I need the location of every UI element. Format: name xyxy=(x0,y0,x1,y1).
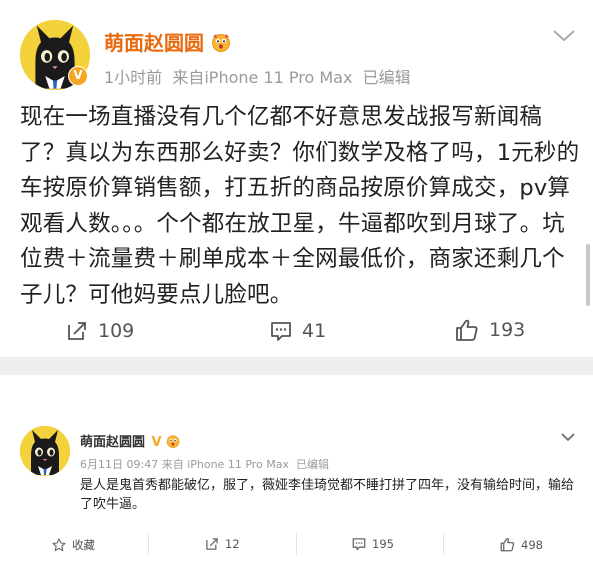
comment-button[interactable]: 41 xyxy=(270,320,326,342)
divider xyxy=(148,533,149,555)
divider xyxy=(296,533,297,555)
scrollbar[interactable] xyxy=(586,244,590,306)
chevron-down-icon[interactable] xyxy=(552,28,576,47)
favorite-button[interactable]: 收藏 xyxy=(52,537,95,553)
star-icon xyxy=(52,538,66,552)
repost-count: 12 xyxy=(225,537,240,551)
post-source: 来自 iPhone 11 Pro Max xyxy=(161,458,290,471)
verified-badge: V xyxy=(151,435,162,450)
like-count: 193 xyxy=(489,319,526,341)
repost-icon xyxy=(66,320,88,342)
username-text: 萌面赵圆圆 xyxy=(104,31,204,55)
favorite-label: 收藏 xyxy=(72,538,95,552)
verified-badge: V xyxy=(68,66,88,86)
black-cat-avatar-icon xyxy=(20,426,70,476)
repost-icon xyxy=(205,537,219,551)
like-button[interactable]: 193 xyxy=(455,318,525,342)
comment-icon xyxy=(352,537,366,551)
repost-button[interactable]: 12 xyxy=(205,537,240,551)
edited-label: 已编辑 xyxy=(296,458,330,471)
post-content: 是人是鬼首秀都能破亿，服了，薇娅李佳琦觉都不睡打拼了四年，没有输给时间，输给了吹… xyxy=(80,478,575,512)
repost-button[interactable]: 109 xyxy=(66,320,134,342)
username[interactable]: 萌面赵圆圆 xyxy=(104,27,231,57)
divider xyxy=(443,533,444,555)
repost-count: 109 xyxy=(98,320,135,342)
post-content: 现在一场直播没有几个亿都不好意思发战报写新闻稿了？真以为东西那么好卖？你们数学及… xyxy=(20,104,580,308)
comment-icon xyxy=(270,320,292,342)
comment-button[interactable]: 195 xyxy=(352,537,394,551)
post-source: 来自iPhone 11 Pro Max xyxy=(172,68,353,87)
post-meta: 1小时前 来自iPhone 11 Pro Max 已编辑 xyxy=(104,64,411,88)
edited-label: 已编辑 xyxy=(362,68,411,87)
username[interactable]: 萌面赵圆圆 V xyxy=(80,431,180,452)
post-time: 1小时前 xyxy=(104,68,163,87)
thumbs-up-icon xyxy=(500,537,515,552)
surprised-face-icon xyxy=(166,434,180,452)
surprised-face-icon xyxy=(211,32,231,57)
post-date: 6月11日 09:47 xyxy=(80,458,159,471)
comment-count: 195 xyxy=(372,537,394,551)
avatar[interactable] xyxy=(20,426,70,476)
thumbs-up-icon xyxy=(455,318,479,342)
chevron-down-icon[interactable] xyxy=(561,427,575,446)
post-meta: 6月11日 09:47 来自 iPhone 11 Pro Max 已编辑 xyxy=(80,456,329,472)
comment-count: 41 xyxy=(302,320,327,342)
like-button[interactable]: 498 xyxy=(500,537,543,552)
username-text: 萌面赵圆圆 xyxy=(80,435,146,450)
like-count: 498 xyxy=(521,537,543,552)
